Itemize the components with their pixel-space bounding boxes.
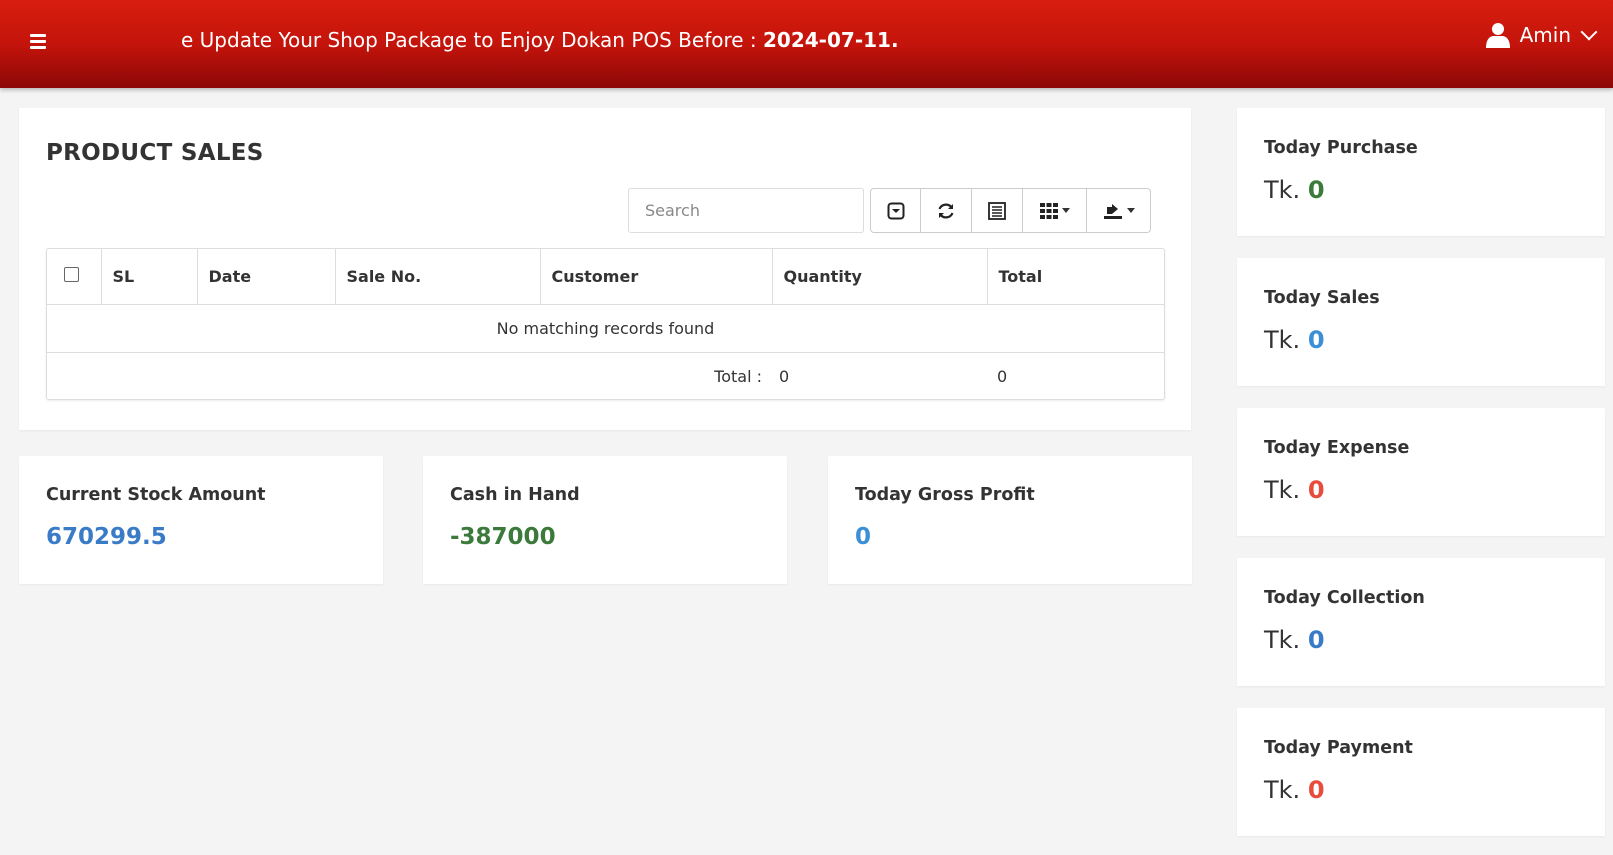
- today-purchase-card: Today Purchase Tk. 0: [1237, 108, 1605, 236]
- today-payment-card: Today Payment Tk. 0: [1237, 708, 1605, 836]
- card-value: Tk. 0: [1264, 626, 1325, 654]
- select-all-checkbox[interactable]: [64, 266, 79, 282]
- menu-toggle-button[interactable]: [30, 28, 56, 54]
- card-value: Tk. 0: [1264, 176, 1325, 204]
- marquee-date: 2024-07-11.: [763, 28, 899, 52]
- amount: 0: [1307, 476, 1325, 504]
- table-row: No matching records found: [47, 304, 1164, 353]
- toggle-view-icon: [887, 202, 904, 219]
- package-notice-marquee: e Update Your Shop Package to Enjoy Doka…: [181, 28, 899, 52]
- caret-down-icon: [1061, 208, 1070, 213]
- columns-dropdown-button[interactable]: [1023, 189, 1087, 232]
- export-icon: [1103, 203, 1122, 219]
- refresh-icon: [938, 203, 954, 218]
- card-title: Today Purchase: [1264, 138, 1418, 158]
- card-value: Tk. 0: [1264, 326, 1325, 354]
- empty-message: No matching records found: [47, 304, 1164, 353]
- card-value: Tk. 0: [1264, 776, 1325, 804]
- today-sales-card: Today Sales Tk. 0: [1237, 258, 1605, 386]
- search-input[interactable]: [628, 188, 864, 233]
- stock-amount-card: Current Stock Amount 670299.5: [19, 456, 383, 584]
- footer-quantity: 0: [779, 366, 790, 386]
- column-header[interactable]: SL: [101, 249, 198, 305]
- column-header[interactable]: Customer: [540, 249, 773, 305]
- table-toolbar: [870, 188, 1151, 233]
- top-navbar: e Update Your Shop Package to Enjoy Doka…: [0, 0, 1613, 88]
- list-view-button[interactable]: [972, 189, 1023, 232]
- currency-prefix: Tk.: [1264, 476, 1301, 504]
- caret-down-icon: [1126, 208, 1135, 213]
- footer-total: 0: [997, 366, 1008, 386]
- today-expense-card: Today Expense Tk. 0: [1237, 408, 1605, 536]
- table-header-row: SL Date Sale No. Customer Quantity Total: [47, 249, 1164, 305]
- card-title: Today Collection: [1264, 588, 1425, 608]
- card-title: Today Expense: [1264, 438, 1410, 458]
- amount: 0: [1307, 176, 1325, 204]
- amount: 0: [1307, 776, 1325, 804]
- card-title: Today Sales: [1264, 288, 1380, 308]
- amount: 0: [1307, 626, 1325, 654]
- today-collection-card: Today Collection Tk. 0: [1237, 558, 1605, 686]
- user-icon: [1485, 23, 1510, 48]
- list-icon: [988, 201, 1006, 220]
- gross-profit-card: Today Gross Profit 0: [828, 456, 1192, 584]
- marquee-text: e Update Your Shop Package to Enjoy Doka…: [181, 28, 764, 52]
- user-menu[interactable]: Amin: [1485, 22, 1598, 48]
- product-sales-panel: PRODUCT SALES Search SL Date Sale No. Cu…: [19, 108, 1191, 430]
- currency-prefix: Tk.: [1264, 776, 1301, 804]
- currency-prefix: Tk.: [1264, 326, 1301, 354]
- footer-label: Total :: [714, 366, 762, 386]
- card-value: 670299.5: [46, 524, 167, 550]
- card-value: Tk. 0: [1264, 476, 1325, 504]
- column-header[interactable]: Quantity: [772, 249, 988, 305]
- column-header[interactable]: Sale No.: [335, 249, 541, 305]
- chevron-down-icon: [1580, 23, 1598, 41]
- column-header[interactable]: Date: [197, 249, 336, 305]
- currency-prefix: Tk.: [1264, 176, 1301, 204]
- table-footer-row: Total : 0 0: [47, 352, 1164, 400]
- card-title: Cash in Hand: [450, 485, 580, 505]
- cash-in-hand-card: Cash in Hand -387000: [423, 456, 787, 584]
- toggle-view-button[interactable]: [871, 189, 921, 232]
- card-title: Today Gross Profit: [855, 485, 1035, 505]
- currency-prefix: Tk.: [1264, 626, 1301, 654]
- columns-grid-icon: [1039, 202, 1058, 219]
- column-header[interactable]: Total: [987, 249, 1164, 305]
- card-value: 0: [855, 524, 872, 550]
- hamburger-icon: [30, 33, 46, 37]
- panel-title: PRODUCT SALES: [46, 140, 264, 166]
- user-name: Amin: [1519, 23, 1571, 47]
- card-title: Current Stock Amount: [46, 485, 266, 505]
- export-dropdown-button[interactable]: [1087, 189, 1150, 232]
- refresh-button[interactable]: [921, 189, 972, 232]
- select-all-header: [47, 249, 102, 305]
- amount: 0: [1307, 326, 1325, 354]
- card-title: Today Payment: [1264, 738, 1413, 758]
- card-value: -387000: [450, 524, 556, 550]
- sales-table: SL Date Sale No. Customer Quantity Total…: [46, 248, 1165, 400]
